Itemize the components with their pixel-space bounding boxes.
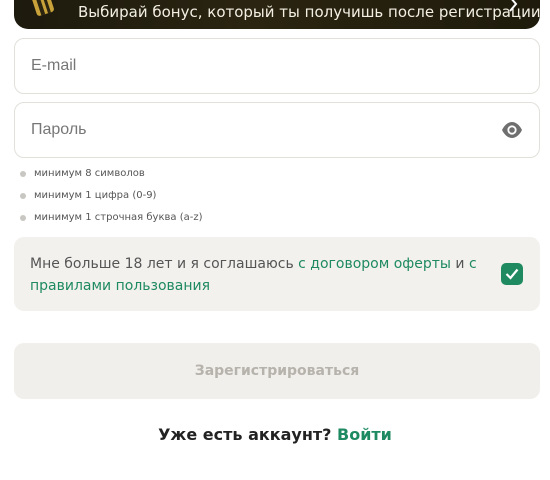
offer-contract-link[interactable]: с договором оферты bbox=[298, 256, 451, 272]
agreement-text-and: и bbox=[450, 256, 469, 272]
checkmark-icon bbox=[505, 268, 519, 280]
password-rule-text: минимум 8 символов bbox=[34, 168, 145, 179]
register-button[interactable]: Зарегистрироваться bbox=[14, 343, 540, 399]
password-rule-text: минимум 1 строчная буква (a-z) bbox=[34, 212, 203, 223]
password-field[interactable] bbox=[14, 102, 540, 158]
login-prompt-text: Уже есть аккаунт? bbox=[158, 425, 337, 444]
email-field[interactable] bbox=[14, 38, 540, 94]
bonus-banner-text: Выбирай бонус, который ты получишь после… bbox=[78, 3, 540, 21]
bullet-icon bbox=[20, 193, 26, 199]
password-input[interactable] bbox=[31, 103, 491, 157]
password-rule: минимум 1 строчная буква (a-z) bbox=[20, 210, 202, 232]
password-rule: минимум 8 символов bbox=[20, 166, 202, 188]
password-rule: минимум 1 цифра (0-9) bbox=[20, 188, 202, 210]
bullet-icon bbox=[20, 215, 26, 221]
login-link[interactable]: Войти bbox=[337, 425, 392, 444]
bonus-banner[interactable]: Выбирай бонус, который ты получишь после… bbox=[14, 0, 540, 29]
chevron-right-icon[interactable] bbox=[506, 0, 520, 12]
gift-card-icon bbox=[32, 0, 56, 16]
agreement-checkbox[interactable] bbox=[501, 263, 523, 285]
login-prompt: Уже есть аккаунт? Войти bbox=[0, 425, 550, 444]
agreement-text-start: Мне больше 18 лет и я соглашаюсь bbox=[30, 256, 299, 272]
eye-icon[interactable] bbox=[501, 121, 523, 139]
agreement-box: Мне больше 18 лет и я соглашаюсь с догов… bbox=[14, 237, 540, 311]
password-rules: минимум 8 символов минимум 1 цифра (0-9)… bbox=[20, 166, 202, 232]
bullet-icon bbox=[20, 171, 26, 177]
email-input[interactable] bbox=[31, 39, 491, 93]
agreement-text: Мне больше 18 лет и я соглашаюсь с догов… bbox=[30, 253, 490, 297]
password-rule-text: минимум 1 цифра (0-9) bbox=[34, 190, 157, 201]
